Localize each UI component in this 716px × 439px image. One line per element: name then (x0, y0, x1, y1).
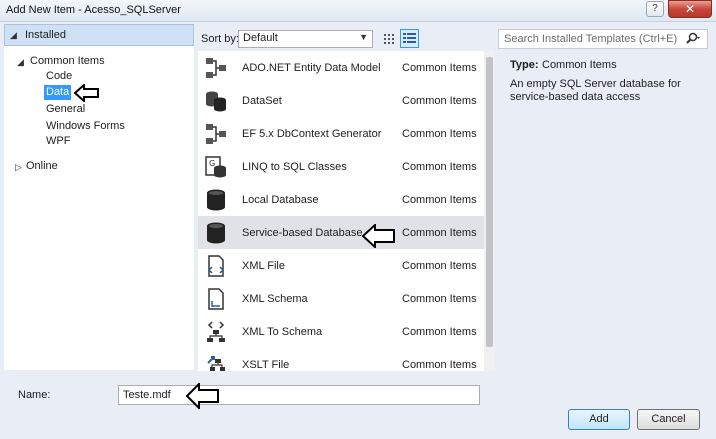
type-label: Type: (510, 59, 539, 71)
list-view-button[interactable] (400, 29, 419, 48)
xml-to-schema-icon (207, 321, 225, 342)
callout-arrow-icon (74, 84, 99, 102)
database-icon (207, 222, 225, 244)
template-item-local-database[interactable]: Local Database Common Items (198, 183, 484, 216)
svg-text:G: G (209, 159, 215, 168)
template-item-dataset[interactable]: DataSet Common Items (198, 84, 484, 117)
search-icon[interactable] (685, 32, 701, 46)
template-item-xml-schema[interactable]: XML Schema Common Items (198, 282, 484, 315)
sort-by-dropdown[interactable]: Default ▼ (238, 30, 373, 48)
grid-view-icon (384, 34, 394, 44)
expanded-arrow-icon[interactable]: ◢ (17, 57, 24, 68)
name-input-value: Teste.mdf (123, 389, 171, 401)
entity-model-icon (206, 58, 226, 78)
title-bar: Add New Item - Acesso_SQLServer ? ✕ (0, 0, 716, 22)
xslt-file-icon (207, 356, 225, 371)
callout-arrow-icon (362, 224, 395, 248)
medium-icons-view-button[interactable] (380, 29, 399, 48)
template-list-scrollbar[interactable] (484, 51, 495, 371)
xml-file-icon (207, 255, 225, 277)
category-tree: ◢ Installed ◢ Common Items Code Data Gen… (4, 24, 194, 370)
database-icon (207, 189, 225, 211)
tree-label-installed: Installed (25, 29, 66, 41)
dbcontext-generator-icon (206, 124, 226, 144)
window-title: Add New Item - Acesso_SQLServer (6, 4, 181, 16)
tree-node-data[interactable]: Data (44, 85, 72, 100)
sort-by-label: Sort by: (201, 33, 239, 45)
type-value: Common Items (542, 59, 617, 71)
template-details: Type: Common Items An empty SQL Server d… (500, 51, 710, 371)
add-button[interactable]: Add (568, 409, 630, 430)
template-description: An empty SQL Server database for service… (510, 78, 681, 103)
tree-node-code[interactable]: Code (46, 70, 72, 82)
template-item-xslt-file[interactable]: XSLT File Common Items (198, 348, 484, 371)
template-item-linq-to-sql-classes[interactable]: G LINQ to SQL Classes Common Items (198, 150, 484, 183)
tree-node-common-items[interactable]: Common Items (30, 55, 105, 67)
xml-schema-icon (208, 288, 224, 310)
chevron-down-icon: ▼ (359, 32, 368, 42)
cancel-button[interactable]: Cancel (637, 409, 700, 430)
name-input[interactable]: Teste.mdf (118, 385, 480, 405)
name-label: Name: (18, 389, 51, 401)
list-view-icon (403, 33, 416, 43)
tree-node-wpf[interactable]: WPF (46, 135, 70, 147)
search-placeholder: Search Installed Templates (Ctrl+E) (504, 33, 678, 45)
template-item-ef-dbcontext-generator[interactable]: EF 5.x DbContext Generator Common Items (198, 117, 484, 150)
template-item-xml-file[interactable]: XML File Common Items (198, 249, 484, 282)
callout-arrow-icon (186, 383, 219, 409)
collapsed-arrow-icon[interactable]: ▷ (15, 162, 22, 173)
template-item-xml-to-schema[interactable]: XML To Schema Common Items (198, 315, 484, 348)
template-list: ADO.NET Entity Data Model Common Items D… (198, 51, 484, 371)
tree-node-windows-forms[interactable]: Windows Forms (46, 120, 125, 132)
linq-to-sql-icon: G (205, 156, 226, 178)
template-item-ado-net-entity-data-model[interactable]: ADO.NET Entity Data Model Common Items (198, 51, 484, 84)
dataset-icon (206, 91, 226, 112)
search-input[interactable]: Search Installed Templates (Ctrl+E) (498, 29, 708, 49)
scrollbar-thumb[interactable] (486, 57, 493, 347)
tree-node-installed[interactable]: ◢ Installed (4, 24, 194, 46)
tree-node-general[interactable]: General (46, 103, 85, 115)
expanded-arrow-icon[interactable]: ◢ (10, 30, 17, 41)
close-button[interactable]: ✕ (668, 0, 712, 18)
template-item-service-based-database[interactable]: Service-based Database Common Items (198, 216, 484, 249)
tree-node-online[interactable]: Online (26, 160, 58, 172)
sort-by-value: Default (243, 32, 278, 44)
help-button[interactable]: ? (646, 1, 664, 17)
